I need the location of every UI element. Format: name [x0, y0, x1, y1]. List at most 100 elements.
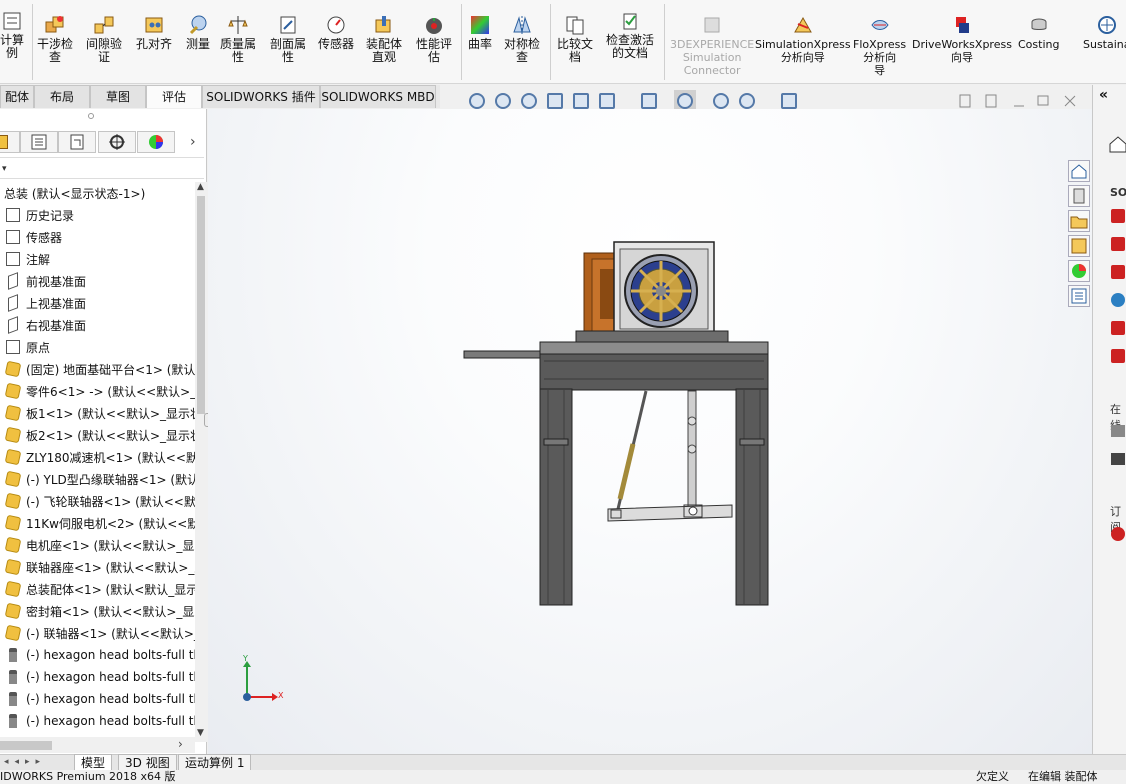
assembly-visualization-button[interactable]: 装配体 直观 — [366, 14, 402, 64]
symmetry-check-button[interactable]: 对称检 查 — [504, 14, 540, 64]
seal-box[interactable] — [613, 241, 715, 335]
graphics-area[interactable]: Y X — [208, 109, 1092, 754]
scroll-right-icon[interactable]: › — [178, 737, 183, 751]
tree-item[interactable]: 前视基准面 — [0, 270, 195, 292]
expand-arrow-icon[interactable]: › — [190, 134, 196, 150]
tab-sketch[interactable]: 草图 — [90, 85, 146, 108]
floxpress-button[interactable]: FloXpress 分析向 导 — [853, 14, 906, 77]
table-leg-left[interactable] — [539, 388, 573, 606]
tree-item[interactable]: (-) 飞轮联轴器<1> (默认<<默 — [0, 490, 195, 512]
tree-item[interactable]: (-) 联轴器<1> (默认<<默认>_ — [0, 622, 195, 644]
tile-left-icon[interactable] — [959, 94, 971, 108]
tree-item[interactable]: 注解 — [0, 248, 195, 270]
pane-home-icon[interactable] — [1109, 135, 1126, 153]
pane-item-icon[interactable] — [1111, 425, 1125, 437]
tab-evaluate[interactable]: 评估 — [146, 85, 202, 108]
home-icon[interactable] — [1068, 160, 1090, 182]
tree-item[interactable]: 电机座<1> (默认<<默认>_显示 — [0, 534, 195, 556]
custom-properties-icon[interactable] — [1068, 285, 1090, 307]
tree-item[interactable]: ZLY180减速机<1> (默认<<默 — [0, 446, 195, 468]
tab-layout[interactable]: 布局 — [34, 85, 90, 108]
scroll-thumb[interactable] — [197, 196, 205, 414]
pane-item-icon[interactable] — [1111, 453, 1125, 465]
tree-root[interactable]: 总装 (默认<显示状态-1>) — [0, 182, 195, 204]
clearance-verify-button[interactable]: 间隙验 证 — [86, 14, 122, 64]
pane-item-icon[interactable] — [1111, 527, 1125, 541]
swing-bar[interactable] — [607, 504, 733, 522]
view-palette-icon[interactable] — [1068, 235, 1090, 257]
pane-item-icon[interactable] — [1111, 265, 1125, 279]
compare-documents-button[interactable]: 比较文 档 — [557, 14, 593, 64]
performance-evaluation-button[interactable]: 性能评 估 — [416, 14, 452, 64]
tab-3d-view[interactable]: 3D 视图 — [118, 754, 177, 771]
panel-grip[interactable] — [88, 113, 94, 119]
restore-icon[interactable] — [1037, 95, 1049, 106]
tab-displaymanager-icon[interactable] — [137, 131, 175, 153]
tree-item[interactable]: 总装配体<1> (默认<默认_显示 — [0, 578, 195, 600]
tab-model[interactable]: 模型 — [74, 754, 113, 771]
tree-item[interactable]: 11Kw伺服电机<2> (默认<<默 — [0, 512, 195, 534]
tab-configurationmanager-icon[interactable] — [58, 131, 96, 153]
tree-item[interactable]: 板2<1> (默认<<默认>_显示状 — [0, 424, 195, 446]
tree-item[interactable]: 上视基准面 — [0, 292, 195, 314]
tree-horizontal-scrollbar[interactable]: › — [0, 737, 195, 753]
pane-item-icon[interactable] — [1111, 237, 1125, 251]
tree-item[interactable]: (-) hexagon head bolts-full th — [0, 644, 195, 666]
collapse-pane-icon[interactable]: « — [1099, 87, 1108, 103]
costing-button[interactable]: Costing — [1018, 14, 1059, 51]
hole-alignment-button[interactable]: 孔对齐 — [136, 14, 172, 51]
close-icon[interactable] — [1064, 95, 1076, 107]
tree-item[interactable]: (-) hexagon head bolts-full th — [0, 666, 195, 688]
tree-item[interactable]: 右视基准面 — [0, 314, 195, 336]
pane-item-icon[interactable] — [1111, 321, 1125, 335]
scroll-down-icon[interactable]: ▼ — [197, 728, 204, 738]
sensor-button[interactable]: 传感器 — [318, 14, 354, 51]
tab-motion-study[interactable]: 运动算例 1 — [178, 754, 252, 771]
tree-item[interactable]: 历史记录 — [0, 204, 195, 226]
scroll-up-icon[interactable]: ▲ — [197, 182, 204, 192]
base-platform[interactable] — [463, 330, 769, 391]
tab-dimxpert-icon[interactable] — [98, 131, 136, 153]
connecting-rod[interactable] — [616, 390, 697, 510]
pane-item-icon[interactable] — [1111, 349, 1125, 363]
table-leg-right[interactable] — [735, 388, 769, 606]
design-library-icon[interactable] — [1068, 185, 1090, 207]
file-explorer-icon[interactable] — [1068, 210, 1090, 232]
sustainability-button[interactable]: Sustaina — [1083, 14, 1126, 51]
pane-item-icon[interactable] — [1111, 209, 1125, 223]
tile-right-icon[interactable] — [985, 94, 997, 108]
ribbon-btn-calc[interactable]: 计算 例 — [0, 10, 24, 60]
scroll-thumb[interactable] — [0, 741, 52, 750]
tab-solidworks-mbd[interactable]: SOLIDWORKS MBD — [320, 85, 436, 108]
tree-item[interactable]: (-) hexagon head bolts-full th — [0, 688, 195, 710]
assembly-model[interactable] — [208, 109, 1092, 754]
tree-item[interactable]: (-) hexagon head bolts-full th — [0, 710, 195, 732]
tab-propertymanager-icon[interactable] — [20, 131, 58, 153]
tree-item[interactable]: 板1<1> (默认<<默认>_显示状 — [0, 402, 195, 424]
check-active-document-button[interactable]: 检查激活 的文档 — [606, 10, 654, 60]
tree-vertical-scrollbar[interactable]: ▲ ▼ — [195, 182, 207, 742]
tree-item[interactable]: (固定) 地面基础平台<1> (默认 — [0, 358, 195, 380]
tree-item[interactable]: 联轴器座<1> (默认<<默认>_显 — [0, 556, 195, 578]
3dexperience-connector-button[interactable]: 3DEXPERIENCE Simulation Connector — [670, 14, 754, 77]
measure-button[interactable]: 测量 — [186, 14, 210, 51]
tab-nav-arrows[interactable]: ◂◂▸▸ — [4, 757, 68, 769]
tree-item[interactable]: 传感器 — [0, 226, 195, 248]
tab-featuremanager-icon[interactable] — [0, 131, 20, 153]
tab-assembly[interactable]: 配体 — [0, 85, 34, 108]
tree-item[interactable]: 密封箱<1> (默认<<默认>_显示 — [0, 600, 195, 622]
tree-item[interactable]: (-) YLD型凸缘联轴器<1> (默认 — [0, 468, 195, 490]
simulationxpress-button[interactable]: SimulationXpress 分析向导 — [755, 14, 851, 64]
tab-solidworks-addins[interactable]: SOLIDWORKS 插件 — [202, 85, 320, 108]
tree-item[interactable]: 零件6<1> -> (默认<<默认>_显 — [0, 380, 195, 402]
tree-item[interactable]: 原点 — [0, 336, 195, 358]
filter-dropdown-icon[interactable]: ▾ — [2, 164, 7, 174]
appearances-icon[interactable] — [1068, 260, 1090, 282]
mass-properties-button[interactable]: 质量属 性 — [220, 14, 256, 64]
filter-bar[interactable]: ▾ — [0, 157, 204, 179]
curvature-button[interactable]: 曲率 — [468, 14, 492, 51]
pane-item-icon[interactable] — [1111, 293, 1125, 307]
section-properties-button[interactable]: 剖面属 性 — [270, 14, 306, 64]
interference-check-button[interactable]: 干涉检 查 — [37, 14, 73, 64]
driveworksxpress-button[interactable]: DriveWorksXpress 向导 — [912, 14, 1012, 64]
